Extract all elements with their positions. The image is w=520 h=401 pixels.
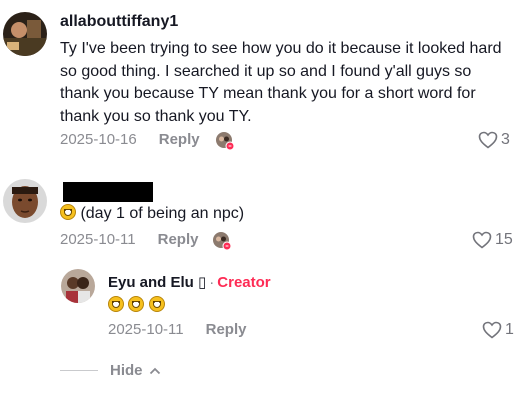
grinning-face-icon xyxy=(128,296,145,312)
creator-liked-avatar xyxy=(212,231,232,251)
creator-badge: Creator xyxy=(217,274,271,291)
separator-dot: · xyxy=(209,274,215,291)
comment-meta: 2025-10-11 Reply xyxy=(60,231,198,248)
comment-text-line: (day 1 of being an npc) xyxy=(80,205,245,222)
reply-button[interactable]: Reply xyxy=(159,131,200,148)
like-count: 1 xyxy=(505,321,514,338)
comment-text: Ty I've been trying to see how you do it… xyxy=(60,38,502,128)
avatar[interactable] xyxy=(3,179,47,223)
comment-username[interactable]: allabouttiffany1 xyxy=(60,13,178,31)
reply-button[interactable]: Reply xyxy=(206,321,247,338)
reply-meta: 2025-10-11 Reply xyxy=(108,321,246,338)
heart-icon xyxy=(482,321,502,339)
reply-text xyxy=(108,295,165,318)
comment-text-line: thank you because TY mean thank you for … xyxy=(60,85,476,102)
like-count: 3 xyxy=(501,131,510,148)
heart-icon xyxy=(472,231,492,249)
reply-header: Eyu and Elu ▯ · Creator xyxy=(108,273,271,291)
like-button[interactable]: 3 xyxy=(478,131,510,149)
grinning-face-icon xyxy=(108,296,124,312)
comment-date: 2025-10-16 xyxy=(60,131,137,148)
comment-text-line: Ty I've been trying to see how you do it… xyxy=(60,40,502,57)
heart-icon xyxy=(478,131,498,149)
divider xyxy=(60,370,98,371)
reply-button[interactable]: Reply xyxy=(158,231,199,248)
comment-date: 2025-10-11 xyxy=(60,231,136,248)
avatar[interactable] xyxy=(3,12,47,56)
like-button[interactable]: 1 xyxy=(482,321,514,339)
grinning-face-icon xyxy=(60,204,76,220)
redacted-username xyxy=(63,182,153,202)
like-count: 15 xyxy=(495,231,513,248)
hide-replies-button[interactable]: Hide xyxy=(60,362,161,379)
comment-text: (day 1 of being an npc) xyxy=(60,203,244,226)
comment-text-line: so good thing. I searched it up so and I… xyxy=(60,62,472,80)
reply-username[interactable]: Eyu and Elu ▯ xyxy=(108,274,206,291)
comment-text-line: thank you so thank you TY. xyxy=(60,107,252,125)
avatar[interactable] xyxy=(61,269,95,303)
like-button[interactable]: 15 xyxy=(472,231,513,249)
hide-label: Hide xyxy=(110,362,143,379)
grinning-face-icon xyxy=(148,296,165,312)
reply-date: 2025-10-11 xyxy=(108,321,184,338)
chevron-up-icon xyxy=(149,367,160,374)
comment-meta: 2025-10-16 Reply xyxy=(60,131,200,148)
creator-liked-avatar xyxy=(215,131,235,151)
